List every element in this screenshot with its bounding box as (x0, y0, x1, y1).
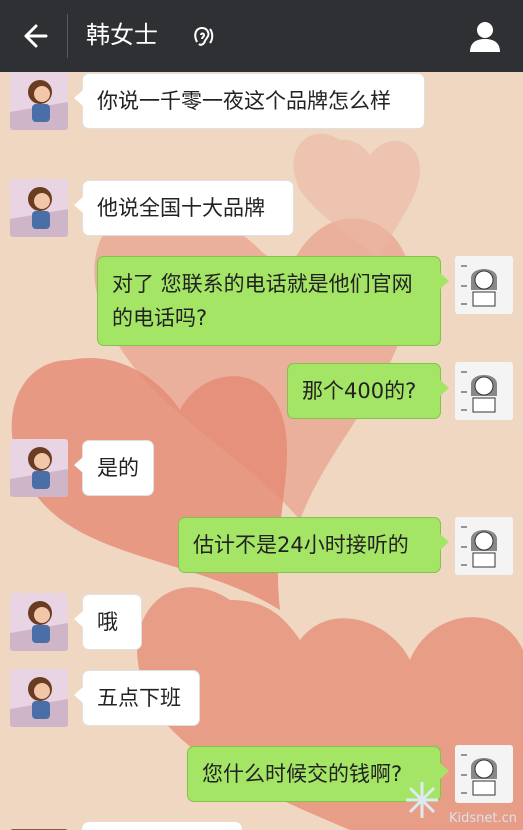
message-bubble[interactable]: 对了 您联系的电话就是他们官网的电话吗? (97, 256, 449, 346)
avatar-contact[interactable] (10, 179, 68, 237)
person-icon[interactable] (467, 18, 503, 54)
ear-icon (194, 26, 214, 46)
arrow-left-icon[interactable] (18, 20, 50, 52)
avatar-contact[interactable] (10, 439, 68, 497)
avatar-self[interactable] (455, 745, 513, 803)
avatar-contact[interactable] (10, 669, 68, 727)
avatar-self[interactable] (455, 256, 513, 314)
chat-title: 韩女士 (86, 21, 158, 49)
header-divider (67, 14, 68, 58)
message-bubble-partial (82, 822, 242, 830)
message-bubble[interactable]: 他说全国十大品牌 (74, 180, 294, 236)
chat-header: 韩女士 (0, 0, 523, 72)
message-bubble[interactable]: 是的 (74, 440, 154, 496)
watermark-logo-icon (406, 782, 438, 818)
message-bubble[interactable]: 你说一千零一夜这个品牌怎么样 (74, 73, 425, 129)
message-bubble[interactable]: 五点下班 (74, 670, 200, 726)
message-bubble[interactable]: 那个400的? (287, 363, 449, 419)
avatar-self[interactable] (455, 362, 513, 420)
avatar-contact[interactable] (10, 593, 68, 651)
message-bubble[interactable]: 哦 (74, 594, 142, 650)
message-bubble[interactable]: 估计不是24小时接听的 (178, 517, 449, 573)
avatar-contact (10, 822, 68, 830)
avatar-self[interactable] (455, 517, 513, 575)
avatar-contact[interactable] (10, 72, 68, 130)
watermark-text: Kidsnet.cn (448, 811, 517, 826)
